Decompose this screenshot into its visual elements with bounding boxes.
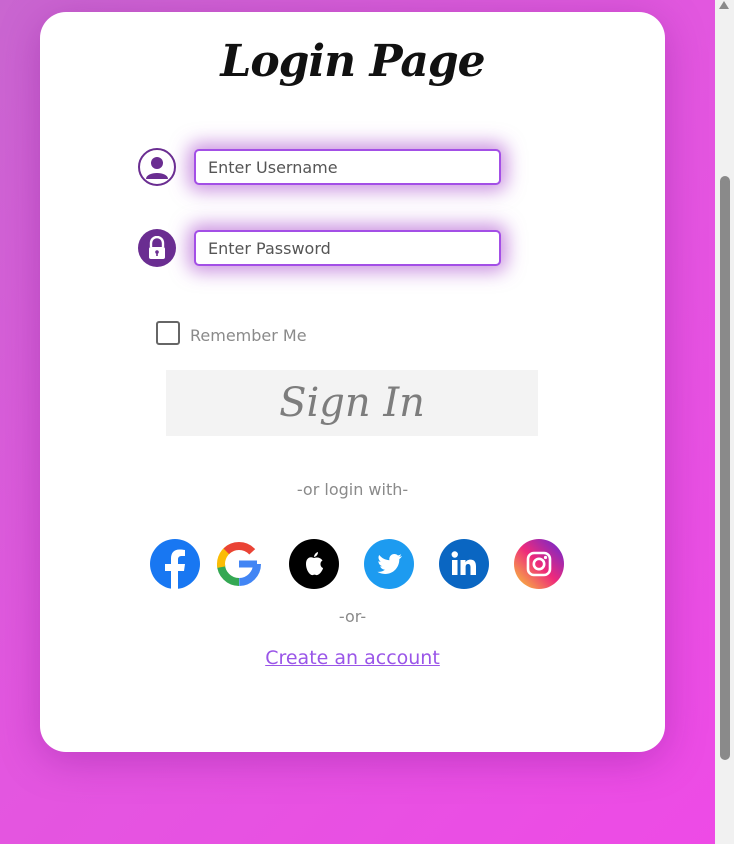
page-title: Login Page: [220, 36, 485, 87]
username-input[interactable]: [194, 149, 501, 185]
instagram-icon[interactable]: [514, 539, 564, 589]
linkedin-icon[interactable]: [439, 539, 489, 589]
scrollbar-thumb[interactable]: [720, 176, 730, 760]
scroll-up-arrow-icon[interactable]: [719, 1, 729, 9]
alternate-login-text: -or login with-: [296, 480, 409, 499]
user-icon: [138, 148, 176, 186]
create-account-link[interactable]: Create an account: [40, 647, 665, 669]
page-background: Login Page Remember Me Sign In -or login…: [0, 0, 715, 844]
lock-icon: [138, 229, 176, 267]
sign-in-button[interactable]: Sign In: [166, 370, 538, 436]
google-icon[interactable]: [214, 539, 264, 589]
facebook-icon[interactable]: [150, 539, 200, 589]
apple-icon[interactable]: [289, 539, 339, 589]
twitter-icon[interactable]: [364, 539, 414, 589]
remember-me: Remember Me: [156, 320, 307, 345]
separator-text: -or-: [338, 607, 367, 626]
login-card: Login Page Remember Me Sign In -or login…: [40, 12, 665, 752]
remember-me-label[interactable]: Remember Me: [190, 326, 307, 345]
remember-me-checkbox[interactable]: [156, 320, 180, 345]
scrollbar[interactable]: [715, 0, 734, 844]
password-input[interactable]: [194, 230, 501, 266]
